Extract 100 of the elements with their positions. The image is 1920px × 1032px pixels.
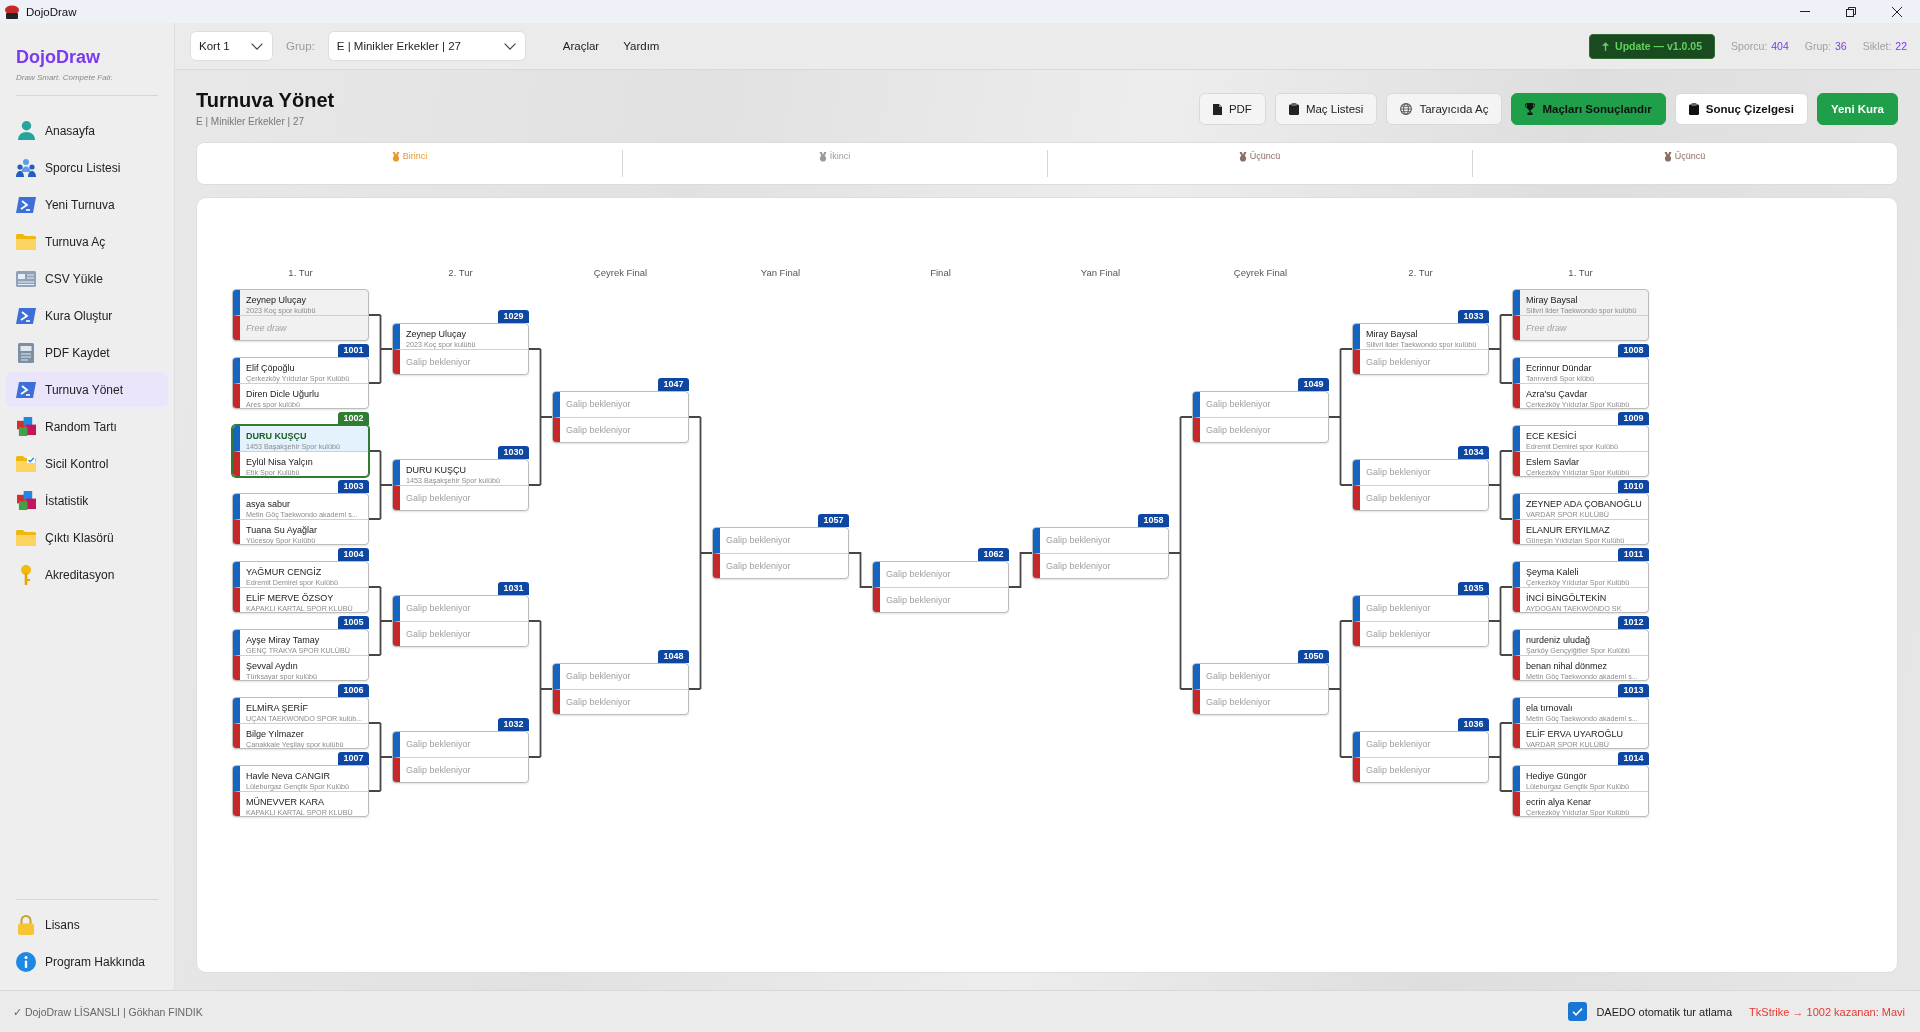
athlete-name: DURU KUŞÇU: [246, 430, 308, 442]
waiting-text: Galip bekleniyor: [1366, 628, 1432, 641]
menu-item[interactable]: Yardım: [623, 40, 660, 52]
match-number-badge: 1007: [338, 752, 369, 765]
match-number-badge: 1009: [1618, 412, 1649, 425]
round-header: 1. Tur: [287, 267, 314, 279]
athlete-name: YAĞMUR CENGİZ: [246, 566, 323, 578]
waiting-text: Galip bekleniyor: [566, 424, 632, 437]
menu-item[interactable]: Araçlar: [562, 40, 600, 52]
athlete-name: Eylül Nisa Yalçın: [246, 456, 314, 468]
waiting-text: Galip bekleniyor: [886, 594, 952, 607]
waiting-text: Galip bekleniyor: [406, 738, 472, 751]
stat-value: 404: [1771, 40, 1789, 52]
athlete-name: ELİF ERVA UYAROĞLU: [1526, 728, 1625, 740]
athlete-name: Şeyma Kaleli: [1526, 566, 1580, 578]
match-number-badge: 1047: [658, 378, 689, 391]
athlete-name: Miray Baysal: [1526, 294, 1579, 306]
update-button[interactable]: Update — v1.0.05: [1589, 33, 1716, 59]
match-number-badge: 1004: [338, 548, 369, 561]
waiting-text: Galip bekleniyor: [406, 492, 472, 505]
athlete-name: Ecrinnur Dündar: [1526, 362, 1593, 374]
round-header: Yan Final: [1079, 267, 1122, 279]
match-number-badge: 1050: [1298, 650, 1329, 663]
sidebar-item[interactable]: PDF Kaydet: [6, 335, 168, 370]
athlete-name: İNCİ BİNGÖLTEKİN: [1526, 592, 1608, 604]
place-label: İkinci: [829, 151, 851, 162]
athlete-name: Eslem Savlar: [1526, 456, 1580, 468]
trophy-icon: [1525, 103, 1536, 115]
athlete-name: nurdeniz uludağ: [1526, 634, 1592, 646]
waiting-text: Galip bekleniyor: [1206, 424, 1272, 437]
terminal-icon: [16, 381, 36, 398]
athlete-name: Hediye Güngör: [1526, 770, 1588, 782]
waiting-text: Galip bekleniyor: [1366, 764, 1432, 777]
sidebar-item[interactable]: Lisans: [6, 907, 168, 942]
match-number-badge: 1001: [338, 344, 369, 357]
bracket-connector: [848, 552, 873, 588]
arrow-up-icon: [1602, 41, 1610, 51]
waiting-text: Galip bekleniyor: [1366, 356, 1432, 369]
group-dropdown[interactable]: E | Minikler Erkekler | 27: [327, 31, 526, 61]
sidebar-item[interactable]: Kura Oluştur: [6, 298, 168, 333]
match-number-badge: 1062: [978, 548, 1009, 561]
waiting-text: Galip bekleniyor: [406, 628, 472, 641]
place-label: Birinci: [402, 151, 428, 162]
sidebar-item[interactable]: Anasayfa: [6, 113, 168, 148]
document-icon: [18, 342, 34, 363]
athlete-name: ela tırnovalı: [1526, 702, 1574, 714]
waiting-text: Galip bekleniyor: [1206, 398, 1272, 411]
results-sheet-button[interactable]: Sonuç Çizelgesi: [1674, 93, 1808, 125]
match-list-button[interactable]: Maç Listesi: [1274, 93, 1378, 125]
sidebar-item[interactable]: Sicil Kontrol: [6, 446, 168, 481]
waiting-text: Galip bekleniyor: [406, 356, 472, 369]
colored-blocks-icon: [16, 491, 36, 510]
key-icon: [21, 564, 31, 585]
athlete-name: Diren Dicle Uğurlu: [246, 388, 321, 400]
athlete-name: ZEYNEP ADA ÇOBANOĞLU: [1526, 498, 1643, 510]
round-header: Final: [929, 267, 952, 279]
finalize-matches-button[interactable]: Maçları Sonuçlandır: [1511, 93, 1666, 125]
athlete-name: MÜNEVVER KARA: [246, 796, 326, 808]
match-number-badge: 1032: [498, 718, 529, 731]
sidebar-item[interactable]: Program Hakkında: [6, 944, 168, 979]
court-dropdown[interactable]: Kort 1: [190, 31, 273, 61]
bracket-connector: [368, 722, 393, 792]
sidebar-item[interactable]: İstatistik: [6, 483, 168, 518]
sidebar-item[interactable]: Turnuva Aç: [6, 224, 168, 259]
folder-icon: [16, 529, 36, 546]
waiting-text: Galip bekleniyor: [1366, 466, 1432, 479]
sidebar-item[interactable]: CSV Yükle: [6, 261, 168, 296]
window-title: DojoDraw: [26, 5, 77, 18]
sidebar-item[interactable]: Akreditasyon: [6, 557, 168, 592]
waiting-text: Galip bekleniyor: [1366, 492, 1432, 505]
person-icon: [17, 121, 35, 140]
sidebar-item[interactable]: Turnuva Yönet: [6, 372, 168, 407]
file-icon: [1212, 103, 1222, 115]
globe-icon: [1400, 103, 1413, 115]
match-number-badge: 1014: [1618, 752, 1649, 765]
brand-tagline: Draw Smart. Compete Fair.: [16, 73, 114, 83]
athlete-name: DURU KUŞÇU: [406, 464, 467, 476]
match-number-badge: 1005: [338, 616, 369, 629]
match-number-badge: 1011: [1618, 548, 1649, 561]
pdf-button[interactable]: PDF: [1198, 93, 1266, 125]
bracket-connector: [1488, 314, 1513, 384]
athlete-name: Havle Neva CANGIR: [246, 770, 332, 782]
info-icon: [16, 951, 36, 972]
sidebar-item[interactable]: Sporcu Listesi: [6, 150, 168, 185]
sidebar-item[interactable]: Yeni Turnuva: [6, 187, 168, 222]
waiting-text: Galip bekleniyor: [1046, 534, 1112, 547]
waiting-text: Galip bekleniyor: [1366, 738, 1432, 751]
restore-icon: [1846, 6, 1856, 17]
clipboard-icon: [1688, 103, 1699, 115]
waiting-text: Galip bekleniyor: [566, 398, 632, 411]
match-number-badge: 1057: [818, 514, 849, 527]
stat-label: Siklet:: [1862, 40, 1892, 52]
open-in-browser-button[interactable]: Tarayıcıda Aç: [1386, 93, 1503, 125]
waiting-text: Galip bekleniyor: [726, 560, 792, 573]
sidebar-item[interactable]: Çıktı Klasörü: [6, 520, 168, 555]
match-number-badge: 1058: [1138, 514, 1169, 527]
auto-advance-checkbox[interactable]: [1568, 1002, 1588, 1021]
round-header: Çeyrek Final: [592, 267, 649, 279]
match-number-badge: 1048: [658, 650, 689, 663]
sidebar-item[interactable]: Random Tartı: [6, 409, 168, 444]
